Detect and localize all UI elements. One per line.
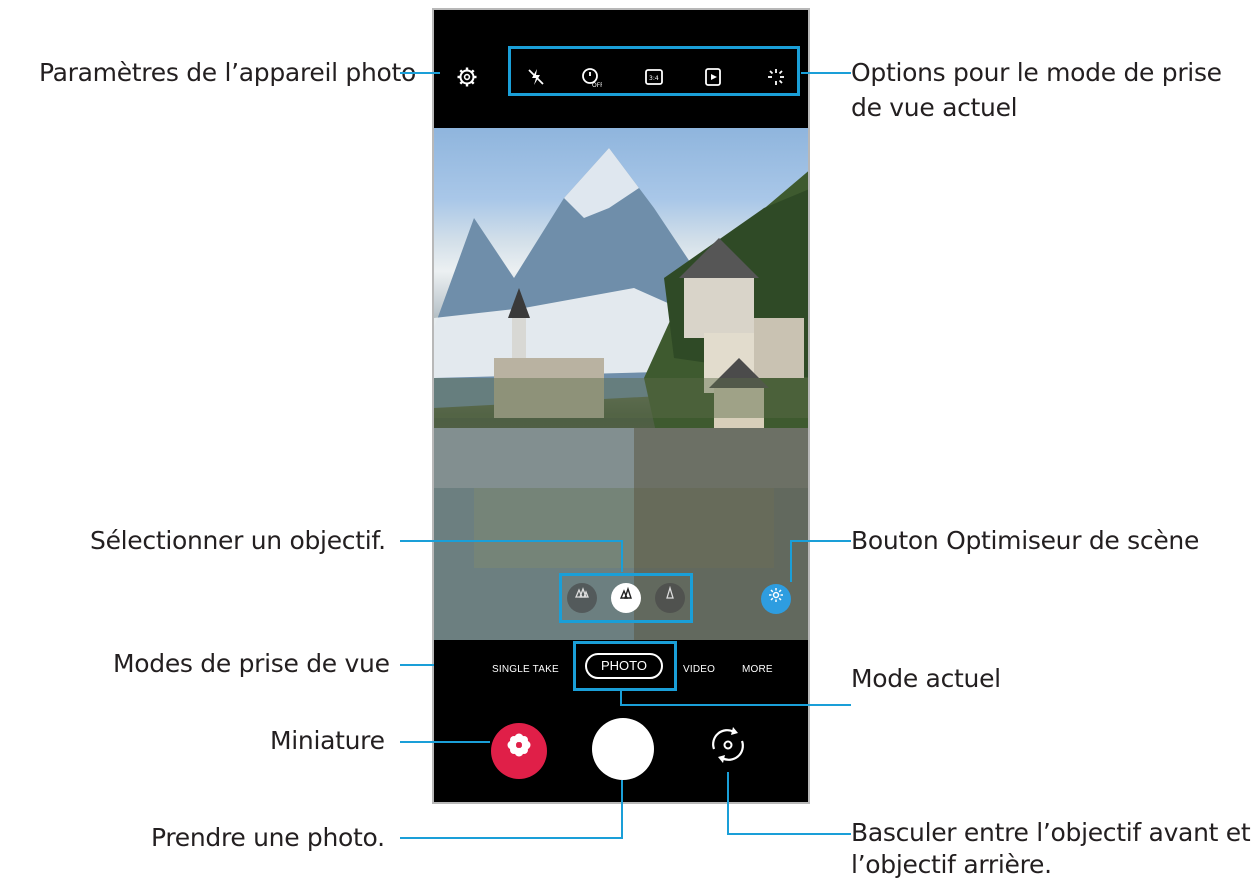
svg-text:OFF: OFF bbox=[592, 82, 602, 88]
leader-take-photo-h bbox=[400, 837, 623, 839]
callout-switch-line2: l’objectif arrière. bbox=[851, 850, 1052, 879]
callout-take-photo: Prendre une photo. bbox=[151, 823, 385, 852]
flower-icon bbox=[507, 733, 531, 757]
callout-current-mode: Mode actuel bbox=[851, 664, 1001, 693]
leader-switch-v bbox=[727, 772, 729, 834]
shutter-button[interactable] bbox=[592, 718, 654, 780]
mode-single-take[interactable]: SINGLE TAKE bbox=[492, 664, 559, 675]
leader-select-lens-v bbox=[621, 540, 623, 572]
svg-text:3:4: 3:4 bbox=[649, 75, 659, 82]
callout-scene-optimizer: Bouton Optimiseur de scène bbox=[851, 526, 1200, 555]
filters-sparkle-icon[interactable] bbox=[764, 66, 788, 90]
leader-switch-h bbox=[727, 833, 851, 835]
camera-screen: OFF 3:4 bbox=[432, 8, 810, 804]
wide-lens-icon[interactable] bbox=[611, 583, 641, 613]
leader-scene-h bbox=[791, 540, 851, 542]
callout-options-line1: Options pour le mode de prise bbox=[851, 58, 1222, 87]
mode-video[interactable]: VIDEO bbox=[683, 664, 715, 675]
leader-take-photo-v bbox=[621, 780, 623, 838]
callout-select-lens: Sélectionner un objectif. bbox=[90, 526, 386, 555]
callout-settings: Paramètres de l’appareil photo bbox=[39, 58, 417, 87]
telephoto-lens-icon[interactable] bbox=[655, 583, 685, 613]
callout-switch-line1: Basculer entre l’objectif avant et bbox=[851, 818, 1251, 847]
leader-modes bbox=[400, 664, 434, 666]
mode-more[interactable]: MORE bbox=[742, 664, 773, 675]
settings-gear-icon[interactable] bbox=[455, 66, 479, 90]
leader-settings bbox=[400, 72, 440, 74]
ultra-wide-lens-icon[interactable] bbox=[567, 583, 597, 613]
leader-select-lens-h bbox=[400, 540, 622, 542]
leader-current-mode-v bbox=[620, 689, 622, 705]
leader-thumbnail bbox=[400, 741, 490, 743]
leader-current-mode-h bbox=[620, 704, 851, 706]
leader-options bbox=[801, 72, 851, 74]
callout-thumbnail: Miniature bbox=[270, 726, 385, 755]
flash-off-icon[interactable] bbox=[524, 66, 548, 90]
aspect-ratio-icon[interactable]: 3:4 bbox=[642, 66, 666, 90]
leader-scene-v bbox=[790, 540, 792, 582]
callout-shooting-modes: Modes de prise de vue bbox=[113, 649, 390, 678]
callout-options-line2: de vue actuel bbox=[851, 93, 1018, 122]
mode-photo[interactable]: PHOTO bbox=[585, 653, 663, 679]
gallery-thumbnail-button[interactable] bbox=[491, 723, 547, 779]
motion-photo-icon[interactable] bbox=[701, 66, 725, 90]
switch-camera-icon bbox=[712, 727, 744, 763]
scene-optimizer-button[interactable] bbox=[761, 584, 791, 614]
switch-camera-button[interactable] bbox=[701, 721, 755, 775]
timer-off-icon[interactable]: OFF bbox=[579, 66, 604, 90]
